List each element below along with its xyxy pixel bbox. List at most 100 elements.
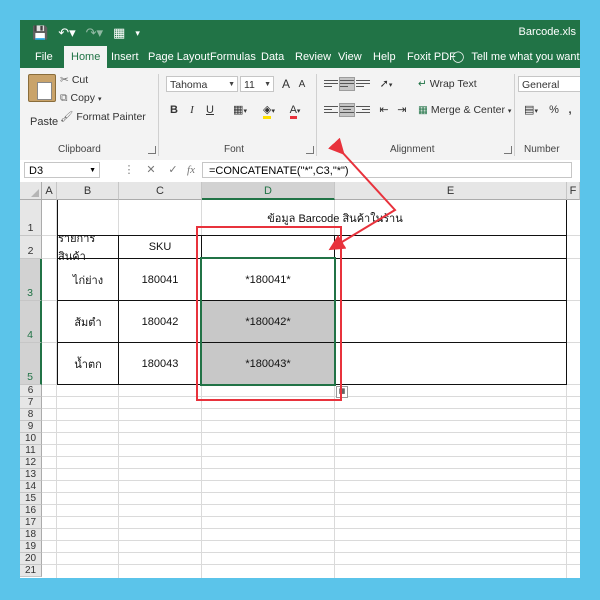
item-name-cell[interactable]: น้ำตก (58, 343, 118, 384)
fill-color-button[interactable]: ◈▾ (258, 102, 280, 119)
wrap-text-button[interactable]: ↵ Wrap Text (418, 78, 477, 90)
worksheet-grid: A B C D E F 1 2 3 4 5 6 7 8 9 10 11 12 1… (20, 182, 580, 578)
customize-qat-icon[interactable]: ▾ (135, 25, 140, 41)
group-separator (158, 74, 159, 156)
row-header[interactable]: 9 (20, 421, 42, 433)
tell-me-label: Tell me what you want to (471, 51, 580, 63)
ribbon-tabs: File Home Insert Page Layout Formulas Da… (20, 46, 580, 68)
paste-icon[interactable] (28, 74, 56, 102)
tab-home[interactable]: Home (64, 46, 108, 68)
row-header[interactable]: 18 (20, 529, 42, 541)
row-header[interactable]: 21 (20, 565, 42, 577)
tab-view[interactable]: View (331, 46, 369, 68)
item-name-cell[interactable]: ไก่ย่าง (58, 259, 118, 300)
row-header[interactable]: 8 (20, 409, 42, 421)
name-box[interactable]: D3 ▼ (24, 162, 100, 178)
redo-icon[interactable]: ↷▾ (86, 25, 103, 41)
copy-button[interactable]: ⧉ Copy ▾ (60, 92, 101, 105)
save-icon[interactable]: 💾 (32, 25, 48, 41)
shrink-font-button[interactable]: A (294, 77, 310, 93)
align-bottom-icon[interactable] (356, 78, 370, 90)
row-header[interactable]: 6 (20, 385, 42, 397)
alignment-dialog-launcher[interactable] (504, 146, 512, 154)
row-header[interactable]: 7 (20, 397, 42, 409)
column-header-b[interactable]: B (57, 182, 119, 200)
formula-input[interactable]: =CONCATENATE("*",C3,"*") (202, 162, 572, 178)
column-header-c[interactable]: C (119, 182, 202, 200)
column-header-f[interactable]: F (567, 182, 580, 200)
excel-window: 💾 ↶▾ ↷▾ ▦ ▾ Barcode.xls File Home Insert… (20, 20, 580, 578)
row-header[interactable]: 16 (20, 505, 42, 517)
group-label-font: Font (224, 144, 245, 155)
align-center-icon[interactable] (339, 103, 355, 117)
cut-label: Cut (71, 74, 89, 86)
cut-button[interactable]: ✂ Cut (60, 74, 88, 86)
tab-insert[interactable]: Insert (104, 46, 146, 68)
header-sku-cell[interactable]: SKU (119, 236, 201, 258)
tell-me-box[interactable]: ◯ Tell me what you want to (452, 46, 580, 68)
orientation-button[interactable]: ➚▾ (376, 76, 396, 92)
align-middle-icon[interactable] (339, 77, 355, 91)
gridline (42, 456, 580, 457)
row-header[interactable]: 19 (20, 541, 42, 553)
row-header[interactable]: 12 (20, 457, 42, 469)
row-header[interactable]: 1 (20, 200, 42, 236)
formula-bar: D3 ▼ ⋮ ✕ ✓ fx =CONCATENATE("*",C3,"*") (20, 160, 580, 183)
format-painter-button[interactable]: 🖌 Format Painter (60, 110, 146, 123)
accounting-format-button[interactable]: ▤▾ (520, 102, 542, 118)
column-header-a[interactable]: A (42, 182, 57, 200)
paste-button[interactable]: Paste (30, 116, 58, 128)
row-header[interactable]: 13 (20, 469, 42, 481)
undo-icon[interactable]: ↶▾ (58, 25, 75, 41)
underline-button[interactable]: U (202, 102, 218, 118)
row-header[interactable]: 20 (20, 553, 42, 565)
orientation-icon: ➚ (379, 78, 389, 90)
font-dialog-launcher[interactable] (306, 146, 314, 154)
comma-button[interactable]: , (562, 102, 578, 118)
sku-cell[interactable]: 180042 (119, 301, 201, 342)
increase-indent-icon[interactable]: ⇥ (394, 102, 410, 118)
align-right-icon[interactable] (356, 104, 370, 116)
gridline (42, 444, 580, 445)
insert-function-button[interactable]: fx (182, 162, 200, 178)
borders-button[interactable]: ▦▾ (230, 102, 250, 118)
bold-button[interactable]: B (166, 102, 182, 118)
font-name-value: Tahoma (170, 79, 208, 91)
cancel-icon[interactable]: ✕ (142, 162, 160, 178)
align-top-icon[interactable] (324, 78, 338, 90)
row-header[interactable]: 2 (20, 236, 42, 259)
tab-data[interactable]: Data (254, 46, 291, 68)
row-header[interactable]: 11 (20, 445, 42, 457)
italic-button[interactable]: I (184, 102, 200, 118)
number-format-combo[interactable]: General (518, 76, 580, 92)
sku-cell[interactable]: 180041 (119, 259, 201, 300)
align-left-icon[interactable] (324, 104, 338, 116)
decrease-indent-icon[interactable]: ⇤ (376, 102, 392, 118)
select-all-button[interactable] (20, 182, 42, 200)
percent-button[interactable]: % (546, 102, 562, 118)
row-header[interactable]: 17 (20, 517, 42, 529)
row-header[interactable]: 14 (20, 481, 42, 493)
sku-cell[interactable]: 180043 (119, 343, 201, 384)
enter-icon[interactable]: ✓ (164, 162, 182, 178)
column-header-d[interactable]: D (202, 182, 335, 200)
chevron-down-icon: ▼ (264, 81, 271, 88)
tab-help[interactable]: Help (366, 46, 403, 68)
column-header-e[interactable]: E (335, 182, 567, 200)
row-header[interactable]: 5 (20, 343, 42, 385)
row-header[interactable]: 3 (20, 259, 42, 301)
form-icon[interactable]: ▦ (113, 25, 125, 41)
item-name-cell[interactable]: ส้มตำ (58, 301, 118, 342)
row-header[interactable]: 10 (20, 433, 42, 445)
clipboard-dialog-launcher[interactable] (148, 146, 156, 154)
header-item-cell[interactable]: รายการสินค้า (58, 233, 118, 263)
row-header[interactable]: 15 (20, 493, 42, 505)
grow-font-button[interactable]: A (278, 76, 294, 92)
row-header[interactable]: 4 (20, 301, 42, 343)
tab-file[interactable]: File (28, 46, 60, 68)
font-size-combo[interactable]: 11 ▼ (240, 76, 274, 92)
font-name-combo[interactable]: Tahoma ▼ (166, 76, 238, 92)
wrap-text-label: Wrap Text (429, 78, 477, 90)
merge-center-button[interactable]: ▦ Merge & Center ▾ (418, 104, 511, 116)
font-color-button[interactable]: A▾ (284, 102, 306, 119)
